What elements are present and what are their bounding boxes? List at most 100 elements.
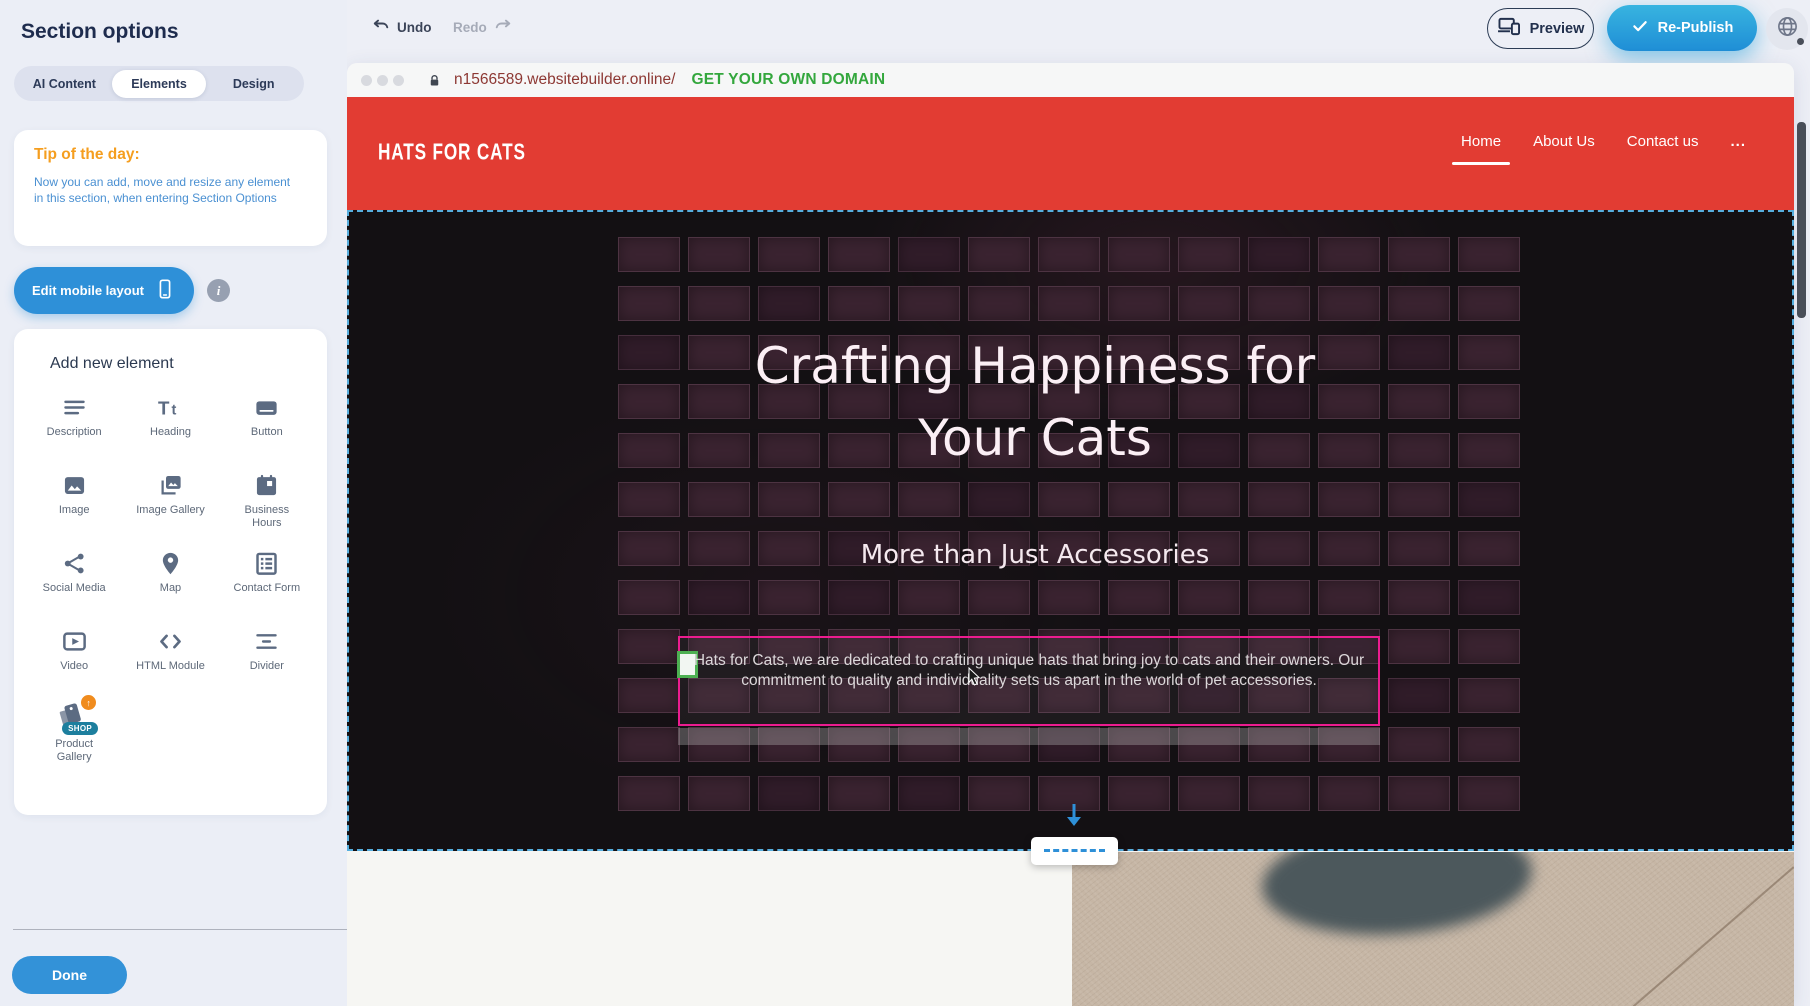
section-options-panel: Section options AI ContentElementsDesign… — [0, 0, 347, 1006]
hero-section-selected[interactable]: Crafting Happiness for Your Cats More th… — [347, 210, 1794, 851]
tab-design[interactable]: Design — [206, 70, 301, 98]
hero-paragraph[interactable]: Hats for Cats, we are dedicated to craft… — [692, 651, 1366, 690]
element-label: Image — [59, 504, 90, 517]
element-image[interactable]: Image — [26, 469, 122, 533]
video-icon — [61, 625, 88, 655]
element-heading[interactable]: Tt Heading — [122, 391, 218, 455]
scrollbar-thumb[interactable] — [1797, 122, 1806, 318]
globe-icon — [1776, 15, 1799, 43]
element-video[interactable]: Video — [26, 625, 122, 689]
window-control-dots — [361, 75, 409, 86]
element-social-media[interactable]: Social Media — [26, 547, 122, 611]
button-icon — [253, 391, 280, 421]
mobile-phone-icon — [154, 278, 176, 303]
map-icon — [157, 547, 184, 577]
site-header[interactable]: HATS FOR CATS Home About Us Contact us... — [347, 97, 1794, 210]
tip-of-the-day-card: Tip of the day: Now you can add, move an… — [14, 130, 327, 246]
element-product-gallery[interactable]: ↑SHOP Product Gallery — [26, 703, 122, 767]
selected-text-element[interactable]: Hats for Cats, we are dedicated to craft… — [678, 636, 1380, 726]
element-divider[interactable]: Divider — [219, 625, 315, 689]
element-map[interactable]: Map — [122, 547, 218, 611]
element-grid: Description Tt Heading Button Image Image Gal… — [26, 391, 315, 767]
language-globe-button[interactable] — [1766, 8, 1808, 50]
done-button[interactable]: Done — [12, 956, 127, 994]
element-label: Business Hours — [232, 504, 302, 530]
site-preview-window: n1566589.websitebuilder.online/ GET YOUR… — [347, 63, 1794, 1006]
element-under-bar — [678, 728, 1380, 745]
element-label: Divider — [250, 660, 284, 673]
site-logo[interactable]: HATS FOR CATS — [378, 140, 526, 167]
element-label: HTML Module — [136, 660, 205, 673]
nav-about-us[interactable]: About Us — [1533, 133, 1595, 150]
site-canvas: HATS FOR CATS HomeAbout UsContact us... … — [347, 97, 1794, 1006]
panel-title: Section options — [21, 20, 179, 44]
svg-text:T: T — [158, 398, 170, 419]
edit-mobile-layout-button[interactable]: Edit mobile layout — [14, 267, 194, 314]
site-nav: Home About Us Contact us... — [1461, 133, 1746, 150]
add-element-title: Add new element — [50, 355, 315, 373]
element-label: Product Gallery — [39, 738, 109, 764]
element-business-hours[interactable]: Business Hours — [219, 469, 315, 533]
cat-shadow — [1258, 852, 1535, 943]
section-resize-handle[interactable] — [1031, 837, 1118, 865]
globe-status-dot — [1797, 38, 1804, 45]
next-section-left[interactable] — [347, 852, 1072, 1006]
nav-home[interactable]: Home — [1461, 133, 1501, 150]
redo-button[interactable]: Redo — [453, 16, 513, 39]
get-your-own-domain-link[interactable]: GET YOUR OWN DOMAIN — [691, 71, 885, 89]
tip-title: Tip of the day: — [34, 146, 307, 164]
element-image-gallery[interactable]: Image Gallery — [122, 469, 218, 533]
product-gallery-icon: ↑SHOP — [56, 703, 92, 733]
element-label: Button — [251, 426, 283, 439]
element-label: Heading — [150, 426, 191, 439]
element-label: Contact Form — [234, 582, 301, 595]
element-html-module[interactable]: HTML Module — [122, 625, 218, 689]
check-icon — [1631, 17, 1649, 39]
image-icon — [61, 469, 88, 499]
tile-seam — [1552, 866, 1794, 1006]
contact-form-icon — [253, 547, 280, 577]
element-label: Video — [60, 660, 88, 673]
next-section-image[interactable] — [1072, 852, 1794, 1006]
info-icon[interactable]: i — [207, 279, 230, 302]
edit-mobile-layout-label: Edit mobile layout — [32, 283, 144, 298]
element-label: Map — [160, 582, 181, 595]
sidebar-divider — [13, 929, 347, 930]
business-hours-icon — [253, 469, 280, 499]
tab-elements[interactable]: Elements — [112, 70, 207, 98]
description-icon — [61, 391, 88, 421]
html-module-icon — [157, 625, 184, 655]
element-button[interactable]: Button — [219, 391, 315, 455]
heading-icon: Tt — [157, 391, 184, 421]
divider-icon — [253, 625, 280, 655]
element-label: Image Gallery — [136, 504, 204, 517]
hero-subtitle[interactable]: More than Just Accessories — [705, 540, 1365, 570]
add-new-element-card: Add new element Description Tt Heading Butt… — [14, 329, 327, 815]
element-description[interactable]: Description — [26, 391, 122, 455]
element-label: Description — [47, 426, 102, 439]
nav-contact-us[interactable]: Contact us — [1627, 133, 1699, 150]
redo-label: Redo — [453, 20, 487, 35]
tip-body: Now you can add, move and resize any ele… — [34, 174, 302, 206]
undo-label: Undo — [397, 20, 432, 35]
nav-more[interactable]: ... — [1730, 133, 1746, 150]
mouse-cursor — [967, 667, 983, 692]
element-label: Social Media — [43, 582, 106, 595]
svg-text:t: t — [172, 403, 177, 419]
lock-icon — [427, 73, 442, 88]
republish-label: Re-Publish — [1658, 20, 1734, 36]
element-contact-form[interactable]: Contact Form — [219, 547, 315, 611]
preview-button[interactable]: Preview — [1487, 8, 1594, 49]
social-media-icon — [61, 547, 88, 577]
shop-badge: SHOP — [62, 722, 98, 735]
hero-headline[interactable]: Crafting Happiness for Your Cats — [705, 330, 1365, 474]
undo-icon — [371, 16, 391, 39]
republish-button[interactable]: Re-Publish — [1607, 5, 1757, 51]
image-gallery-icon — [157, 469, 184, 499]
site-url[interactable]: n1566589.websitebuilder.online/ — [454, 71, 675, 89]
undo-button[interactable]: Undo — [371, 16, 432, 39]
tab-ai-content[interactable]: AI Content — [17, 70, 112, 98]
tile-seam — [1642, 946, 1794, 1006]
devices-icon — [1497, 16, 1522, 41]
panel-tabs: AI ContentElementsDesign — [14, 66, 304, 101]
